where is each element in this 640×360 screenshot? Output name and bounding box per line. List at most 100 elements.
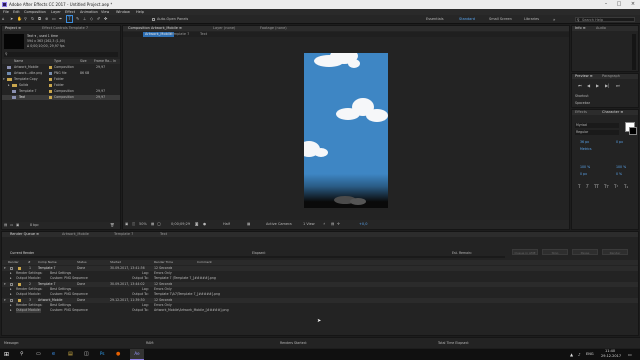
pen-tool-icon[interactable]: ✒ bbox=[59, 16, 62, 22]
column-comp-name[interactable]: Comp Name bbox=[38, 260, 57, 265]
fast-preview-icon[interactable]: ⚡ bbox=[323, 220, 325, 229]
label-color-icon[interactable] bbox=[18, 299, 21, 302]
project-item[interactable]: ▸ Solids Folder bbox=[2, 83, 120, 88]
subtab-text[interactable]: Text bbox=[198, 32, 209, 37]
region-icon[interactable]: ◫ bbox=[132, 220, 135, 229]
column-type[interactable]: Type bbox=[54, 59, 61, 64]
column-in[interactable]: In bbox=[113, 59, 116, 64]
composition-viewer[interactable] bbox=[123, 38, 569, 218]
project-item[interactable]: ▾ Template Copy Folder bbox=[2, 77, 120, 82]
tab-rq-template7[interactable]: Template 7 bbox=[112, 232, 135, 237]
store-icon[interactable]: ◫ bbox=[84, 351, 89, 357]
workspace-menu-icon[interactable]: » bbox=[553, 15, 555, 24]
expand-icon[interactable]: ▸ bbox=[10, 292, 12, 297]
render-button[interactable]: Render bbox=[602, 249, 628, 255]
project-item[interactable]: Artwork...dile.png PNG file 86 KB bbox=[2, 71, 120, 76]
render-checkbox[interactable] bbox=[10, 267, 13, 270]
tab-character[interactable]: Character ≡ bbox=[600, 110, 625, 115]
output-module-value[interactable]: Custom: PNG Sequence bbox=[50, 292, 88, 297]
network-icon[interactable]: ▲ bbox=[570, 352, 573, 357]
tab-render-queue[interactable]: Render Queue ≡ bbox=[8, 232, 41, 237]
project-item[interactable]: Template 7 Composition 29,97 bbox=[2, 89, 120, 94]
tab-effects[interactable]: Effects bbox=[573, 110, 589, 115]
tab-rq-artwork[interactable]: Artwork_Mobile bbox=[60, 232, 91, 237]
minimize-button[interactable]: – bbox=[600, 0, 612, 9]
clock-date[interactable]: 29.12.2017 bbox=[601, 354, 621, 358]
tracking-value[interactable]: Metrics bbox=[580, 147, 592, 151]
stroke-color-swatch[interactable] bbox=[629, 127, 637, 135]
play-icon[interactable]: ▶ bbox=[596, 83, 599, 88]
small-caps-icon[interactable]: Tт bbox=[604, 184, 609, 189]
search-icon[interactable]: ⚲ bbox=[20, 351, 24, 357]
workspace-essentials[interactable]: Essentials bbox=[426, 15, 444, 24]
tab-effect-controls[interactable]: Effect Controls Template 7 bbox=[40, 26, 90, 31]
column-render-time[interactable]: Render Time bbox=[154, 260, 173, 265]
roto-brush-icon[interactable]: ✐ bbox=[97, 16, 100, 22]
bpc-label[interactable]: 8 bpc bbox=[30, 222, 39, 229]
file-explorer-icon[interactable]: ▤ bbox=[68, 351, 73, 357]
last-frame-icon[interactable]: ⏭ bbox=[616, 83, 620, 88]
search-help-field[interactable]: ⚲ Search Help bbox=[575, 17, 635, 22]
output-to-value[interactable]: Template 7 (Template 7_[#####].png bbox=[154, 276, 216, 281]
notification-icon[interactable]: ▭ bbox=[628, 352, 632, 357]
windows-start-icon[interactable]: ⊞ bbox=[4, 351, 9, 358]
timeline-icon[interactable]: ▤ bbox=[331, 220, 334, 229]
edge-icon[interactable]: e bbox=[52, 351, 55, 357]
tab-audio[interactable]: Audio bbox=[594, 26, 608, 31]
leading-value[interactable]: 0 px bbox=[616, 140, 623, 144]
tab-layer[interactable]: Layer (none) bbox=[211, 26, 237, 31]
column-name[interactable]: Name bbox=[14, 59, 23, 64]
pan-behind-tool-icon[interactable]: ⊕ bbox=[45, 16, 48, 22]
tab-footage[interactable]: Footage (none) bbox=[258, 26, 289, 31]
project-search[interactable]: ⚲ bbox=[4, 52, 118, 57]
grid-icon[interactable]: ▦ bbox=[151, 220, 154, 229]
puppet-tool-icon[interactable]: ✤ bbox=[104, 16, 107, 22]
horizontal-scale-value[interactable]: 100 % bbox=[616, 165, 626, 169]
render-checkbox[interactable] bbox=[10, 283, 13, 286]
hand-tool-icon[interactable]: ✋ bbox=[17, 16, 22, 22]
interpret-footage-icon[interactable]: ▤ bbox=[4, 222, 7, 229]
home-icon[interactable]: ⌂ bbox=[2, 16, 5, 22]
photoshop-icon[interactable]: Ps bbox=[100, 351, 104, 356]
mask-visibility-icon[interactable]: ◯ bbox=[157, 220, 161, 229]
firefox-icon[interactable]: ● bbox=[116, 351, 120, 357]
render-item[interactable]: ▾ 3 Artwork_Mobile Done 29.12.2017, 11:3… bbox=[2, 298, 638, 319]
workspace-libraries[interactable]: Libraries bbox=[524, 15, 539, 24]
camera-dropdown[interactable]: Active Camera bbox=[266, 220, 292, 229]
folder-expand-icon[interactable]: ▸ bbox=[8, 83, 10, 88]
column-frame-rate[interactable]: Frame Ra... bbox=[94, 59, 112, 64]
baseline-shift-value[interactable]: 0 px bbox=[580, 172, 587, 176]
after-effects-icon[interactable]: Ae bbox=[130, 349, 144, 360]
transparency-grid-icon[interactable]: ▩ bbox=[247, 220, 250, 229]
eraser-tool-icon[interactable]: ◇ bbox=[90, 16, 93, 22]
language-indicator[interactable]: ENG bbox=[586, 352, 594, 356]
close-window-button[interactable]: × bbox=[626, 0, 640, 9]
render-checkbox[interactable] bbox=[10, 299, 13, 302]
type-tool-icon[interactable]: T bbox=[66, 15, 73, 23]
font-style-dropdown[interactable]: Regular bbox=[575, 130, 619, 135]
clock-time[interactable]: 11:40 bbox=[605, 349, 615, 353]
output-to-value[interactable]: Template 7\A7\Template 7_[#####].png bbox=[154, 292, 220, 297]
tab-composition[interactable]: Composition Artwork_Mobile ≡ bbox=[126, 26, 184, 31]
faux-italic-icon[interactable]: T bbox=[586, 184, 588, 189]
brush-tool-icon[interactable]: ✎ bbox=[76, 16, 79, 22]
volume-icon[interactable]: ♪ bbox=[578, 352, 581, 357]
tab-paragraph[interactable]: Paragraph bbox=[600, 74, 622, 79]
column-comment[interactable]: Comment bbox=[197, 260, 212, 265]
tsume-value[interactable]: 0 % bbox=[616, 172, 622, 176]
workspace-standard[interactable]: Standard bbox=[459, 15, 475, 24]
queue-in-ame-button[interactable]: Queue in AME bbox=[512, 249, 538, 255]
first-frame-icon[interactable]: ⏮ bbox=[578, 83, 582, 88]
output-module-value[interactable]: Custom: PNG Sequence bbox=[50, 308, 88, 313]
channel-icon[interactable]: ● bbox=[203, 220, 206, 229]
column-size[interactable]: Size bbox=[80, 59, 87, 64]
folder-expand-icon[interactable]: ▾ bbox=[3, 77, 5, 82]
task-view-icon[interactable]: ▭ bbox=[36, 351, 41, 357]
column-status[interactable]: Status bbox=[77, 260, 87, 265]
always-preview-icon[interactable]: ▣ bbox=[125, 220, 128, 229]
expand-icon[interactable]: ▸ bbox=[10, 276, 12, 281]
label-color-icon[interactable] bbox=[18, 267, 21, 270]
snapshot-icon[interactable]: ◙ bbox=[195, 220, 198, 229]
exposure-value[interactable]: +0,0 bbox=[359, 220, 368, 229]
superscript-icon[interactable]: T¹ bbox=[614, 184, 618, 189]
